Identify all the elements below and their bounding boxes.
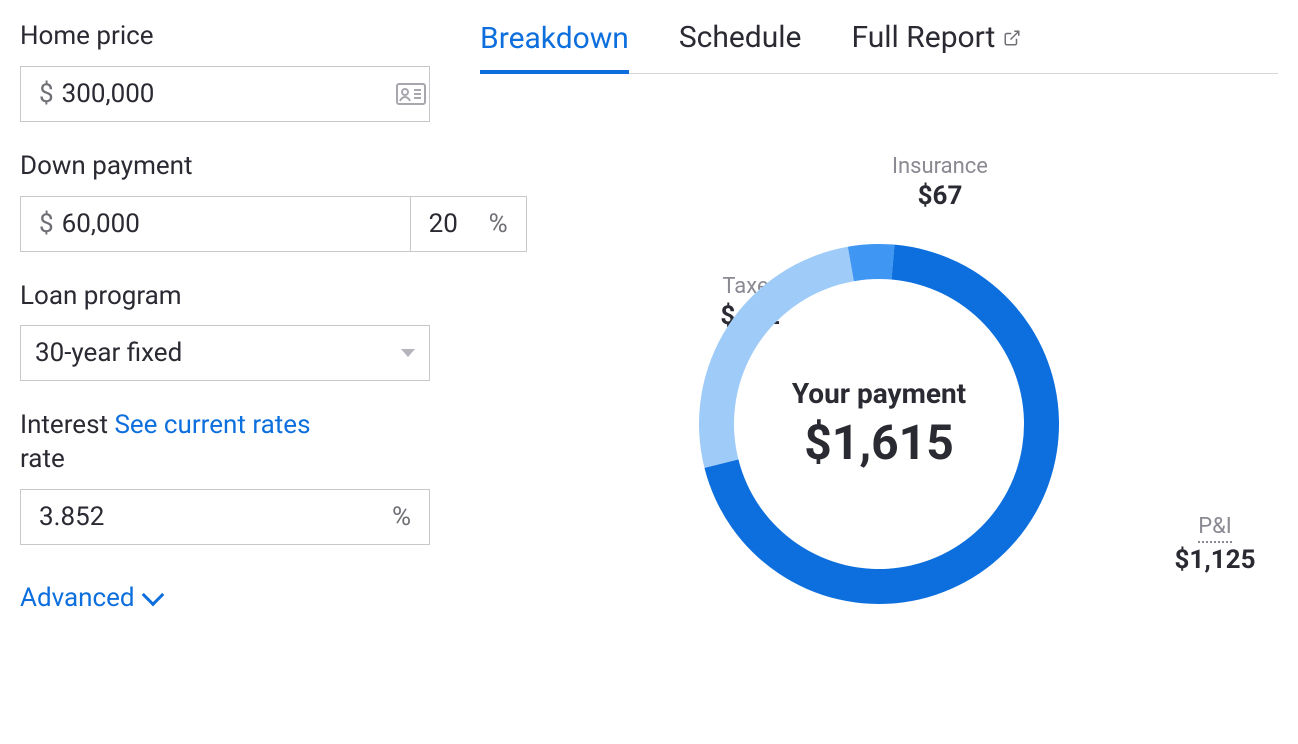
down-payment-amount-input[interactable] <box>58 209 396 239</box>
slice-label-insurance: Insurance $67 <box>860 154 1020 211</box>
tab-full-report-label: Full Report <box>851 20 995 55</box>
percent-suffix: % <box>388 502 415 532</box>
down-payment-amount-wrap[interactable]: $ <box>20 196 410 252</box>
slice-name-insurance: Insurance <box>860 154 1020 179</box>
donut-total: $1,615 <box>804 414 954 471</box>
dollar-prefix: $ <box>35 79 58 109</box>
contact-card-icon <box>396 83 426 105</box>
see-current-rates-link[interactable]: See current rates <box>114 410 310 440</box>
payment-chart: Insurance $67 Taxes $422 P&I $1,125 Your… <box>480 154 1278 714</box>
tabs: Breakdown Schedule Full Report <box>480 20 1278 74</box>
external-link-icon <box>1003 29 1021 47</box>
advanced-toggle[interactable]: Advanced <box>20 583 161 613</box>
down-payment-field: Down payment $ % <box>20 150 430 252</box>
interest-rate-input-wrap[interactable]: % <box>20 489 430 545</box>
down-payment-label: Down payment <box>20 150 430 184</box>
slice-label-pi: P&I $1,125 <box>1170 514 1260 575</box>
advanced-label: Advanced <box>20 583 135 613</box>
donut-center: Your payment $1,615 <box>689 234 1069 614</box>
tab-full-report[interactable]: Full Report <box>851 20 1021 73</box>
interest-rate-label: Interest See current ratesrate <box>20 409 430 477</box>
home-price-label: Home price <box>20 20 430 54</box>
chevron-down-icon <box>141 584 164 607</box>
tab-breakdown[interactable]: Breakdown <box>480 21 629 74</box>
home-price-input-wrap[interactable]: $ <box>20 66 430 122</box>
caret-down-icon <box>401 349 415 357</box>
results-column: Breakdown Schedule Full Report Insurance… <box>480 20 1278 714</box>
interest-rate-input[interactable] <box>35 502 388 532</box>
donut-title: Your payment <box>792 377 966 410</box>
slice-value-insurance: $67 <box>860 181 1020 211</box>
slice-name-pi: P&I <box>1198 514 1232 543</box>
loan-program-value: 30-year fixed <box>35 338 182 368</box>
home-price-input[interactable] <box>58 79 396 109</box>
loan-program-label: Loan program <box>20 280 430 314</box>
donut-chart: Your payment $1,615 <box>689 234 1069 614</box>
form-column: Home price $ Down payment <box>20 20 430 714</box>
home-price-field: Home price $ <box>20 20 430 122</box>
tab-schedule[interactable]: Schedule <box>679 20 802 73</box>
slice-value-pi: $1,125 <box>1170 545 1260 575</box>
loan-program-select[interactable]: 30-year fixed <box>20 325 430 381</box>
loan-program-field: Loan program 30-year fixed <box>20 280 430 382</box>
interest-rate-field: Interest See current ratesrate % <box>20 409 430 545</box>
down-payment-pct-input[interactable] <box>425 209 485 239</box>
dollar-prefix: $ <box>35 209 58 239</box>
